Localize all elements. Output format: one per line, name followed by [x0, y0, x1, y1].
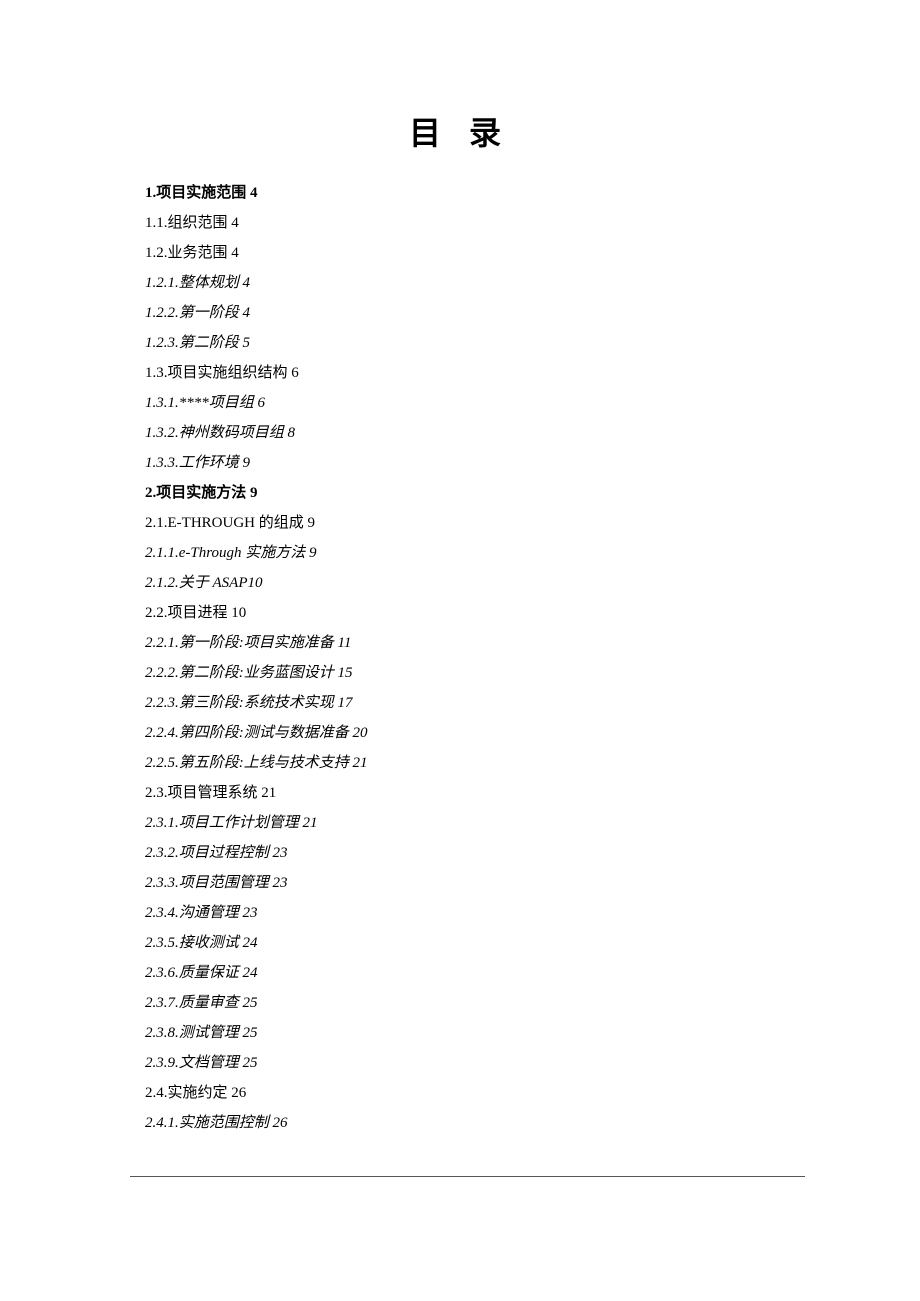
- toc-entry: 2.3.8.测试管理 25: [145, 1018, 775, 1048]
- toc-entry: 1.2.1.整体规划 4: [145, 268, 775, 298]
- toc-entry: 1.2.3.第二阶段 5: [145, 328, 775, 358]
- toc-entry: 1.3.项目实施组织结构 6: [145, 358, 775, 388]
- toc-entry: 2.4.1.实施范围控制 26: [145, 1108, 775, 1138]
- toc-entry: 1.3.1.****项目组 6: [145, 388, 775, 418]
- toc-entry: 2.项目实施方法 9: [145, 478, 775, 508]
- toc-entry: 2.2.项目进程 10: [145, 598, 775, 628]
- toc-entry: 2.3.6.质量保证 24: [145, 958, 775, 988]
- toc-entry: 2.2.5.第五阶段:上线与技术支持 21: [145, 748, 775, 778]
- toc-entry: 2.3.5.接收测试 24: [145, 928, 775, 958]
- toc-entry: 1.2.业务范围 4: [145, 238, 775, 268]
- toc-entry: 2.2.3.第三阶段:系统技术实现 17: [145, 688, 775, 718]
- toc-entry: 2.3.1.项目工作计划管理 21: [145, 808, 775, 838]
- toc-entry: 2.3.2.项目过程控制 23: [145, 838, 775, 868]
- toc-entry: 2.2.1.第一阶段:项目实施准备 11: [145, 628, 775, 658]
- toc-title: 目 录: [145, 108, 775, 154]
- toc-entry: 2.3.7.质量审查 25: [145, 988, 775, 1018]
- toc-entry: 2.3.4.沟通管理 23: [145, 898, 775, 928]
- document-page: 目 录 1.项目实施范围 41.1.组织范围 41.2.业务范围 41.2.1.…: [0, 0, 920, 1138]
- toc-entry: 1.1.组织范围 4: [145, 208, 775, 238]
- toc-list: 1.项目实施范围 41.1.组织范围 41.2.业务范围 41.2.1.整体规划…: [145, 178, 775, 1138]
- toc-entry: 1.3.2.神州数码项目组 8: [145, 418, 775, 448]
- toc-entry: 1.2.2.第一阶段 4: [145, 298, 775, 328]
- toc-entry: 1.项目实施范围 4: [145, 178, 775, 208]
- toc-entry: 2.1.E-THROUGH 的组成 9: [145, 508, 775, 538]
- toc-entry: 2.3.9.文档管理 25: [145, 1048, 775, 1078]
- toc-entry: 2.3.项目管理系统 21: [145, 778, 775, 808]
- toc-entry: 2.2.2.第二阶段:业务蓝图设计 15: [145, 658, 775, 688]
- toc-entry: 2.3.3.项目范围管理 23: [145, 868, 775, 898]
- toc-entry: 2.4.实施约定 26: [145, 1078, 775, 1108]
- toc-entry: 2.1.1.e-Through 实施方法 9: [145, 538, 775, 568]
- toc-entry: 2.1.2.关于 ASAP10: [145, 568, 775, 598]
- footer-rule: [130, 1176, 805, 1177]
- toc-entry: 1.3.3.工作环境 9: [145, 448, 775, 478]
- toc-entry: 2.2.4.第四阶段:测试与数据准备 20: [145, 718, 775, 748]
